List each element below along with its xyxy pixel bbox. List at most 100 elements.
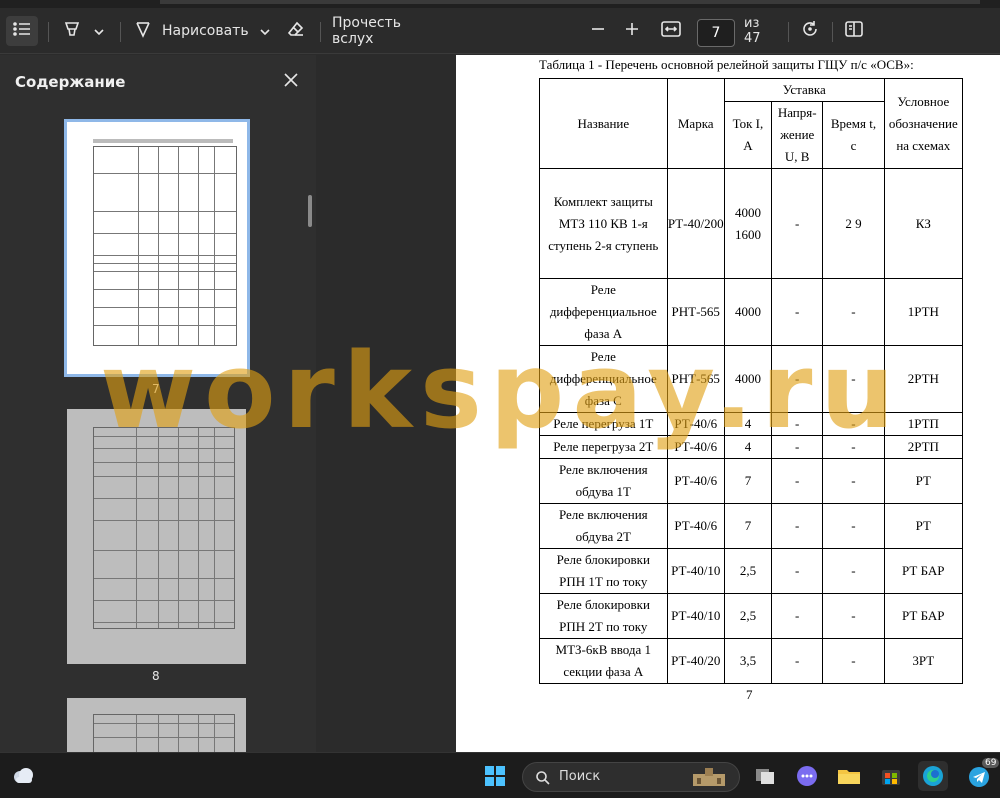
telegram-badge: 69 <box>982 758 1000 768</box>
page-number-input[interactable]: 7 <box>697 19 735 47</box>
table-row: Реле перегруза 2Т РТ-40/6 4- -2РТП <box>539 435 964 459</box>
tab-strip <box>160 0 980 4</box>
cell-time: - <box>822 503 885 549</box>
fit-width-icon <box>661 21 681 41</box>
table-caption: Таблица 1 - Перечень основной релейной з… <box>539 57 914 72</box>
cell-current: 2,5 <box>723 548 773 594</box>
table-row: МТЗ-6кВ ввода 1 секции фаза А РТ-40/20 3,5… <box>539 638 964 684</box>
page-thumbnail[interactable] <box>67 698 246 752</box>
telegram-button[interactable]: 69 <box>964 758 1000 791</box>
cell-mark: РТ-40/10 <box>666 548 725 594</box>
windows-icon <box>480 766 510 795</box>
task-view-button[interactable] <box>750 761 780 791</box>
cell-name: Реле дифференциальное фаза А <box>539 278 668 346</box>
table-row: Реле включения обдува 1Т РТ-40/6 7- - РТ <box>539 458 964 504</box>
thumbnail-caption-line <box>93 139 233 143</box>
eraser-button[interactable] <box>282 16 310 46</box>
edge-icon <box>918 766 948 795</box>
zoom-out-button[interactable] <box>586 16 610 46</box>
search-label: Поиск <box>559 769 601 784</box>
cell-current: 4 <box>723 412 773 436</box>
chat-app-button[interactable] <box>792 761 822 791</box>
highlight-options-button[interactable] <box>90 16 108 46</box>
toolbar-separator <box>48 22 49 42</box>
toolbar-separator <box>788 22 789 42</box>
contents-panel: Содержание 7 8 <box>0 55 316 752</box>
windows-taskbar: Поиск 69 <box>0 752 1000 798</box>
search-highlight-image <box>689 766 729 792</box>
store-button[interactable] <box>876 761 906 791</box>
minus-icon <box>591 22 605 40</box>
thumbnail-page-number: 7 <box>152 382 160 396</box>
cell-mark: РТ-40/20 <box>666 638 725 684</box>
cell-time: - <box>822 638 885 684</box>
file-explorer-button[interactable] <box>834 761 864 791</box>
list-icon <box>13 22 31 40</box>
edge-browser-button[interactable] <box>918 761 948 791</box>
table-row: Реле дифференциальное фаза А РНТ-565 4000-… <box>539 278 964 346</box>
fit-width-button[interactable] <box>656 16 686 46</box>
header-time: Время t, с <box>822 101 885 169</box>
cell-mark: РТ-40/10 <box>666 593 725 639</box>
cell-voltage: - <box>771 412 824 436</box>
draw-button[interactable]: Нарисовать <box>134 16 254 46</box>
weather-widget[interactable] <box>8 761 38 791</box>
read-aloud-button[interactable]: Прочесть вслух <box>332 15 440 47</box>
highlighter-icon <box>63 20 81 42</box>
highlight-button[interactable] <box>58 16 86 46</box>
header-symbol: Условное обозначение на схемах <box>883 78 964 169</box>
cell-voltage: - <box>771 458 824 504</box>
window-top-strip <box>0 0 1000 8</box>
search-icon <box>535 770 551 790</box>
cell-name: Реле блокировки РПН 2Т по току <box>539 593 668 639</box>
cell-current: 4000 <box>723 345 773 413</box>
chat-icon <box>792 766 822 795</box>
total-pages: из 47 <box>744 16 776 46</box>
total-pages-label: из 47 <box>744 16 761 46</box>
cell-time: - <box>822 278 885 346</box>
cell-symbol: 2РТП <box>883 435 964 459</box>
current-page: 7 <box>711 25 721 41</box>
zoom-in-button[interactable] <box>620 16 644 46</box>
cell-time: - <box>822 458 885 504</box>
cell-time: 2 9 <box>822 168 885 279</box>
page-view-button[interactable] <box>840 16 868 46</box>
cell-symbol: 1РТП <box>883 412 964 436</box>
cell-symbol: 1РТН <box>883 278 964 346</box>
chevron-down-icon <box>260 23 270 39</box>
pdf-toolbar: Нарисовать Прочесть вслух 7 из 47 <box>0 8 1000 54</box>
cell-voltage: - <box>771 345 824 413</box>
taskbar-search[interactable]: Поиск <box>522 762 740 792</box>
cloud-icon <box>8 768 38 795</box>
header-voltage: Напря-жение U, В <box>771 101 824 169</box>
cell-voltage: - <box>771 548 824 594</box>
cell-voltage: - <box>771 503 824 549</box>
draw-options-button[interactable] <box>256 16 274 46</box>
cell-time: - <box>822 593 885 639</box>
header-current: Ток I, А <box>723 101 773 169</box>
cell-current: 4000 1600 <box>723 168 773 279</box>
cell-symbol: РТ <box>883 458 964 504</box>
table-row: Реле перегруза 1Т РТ-40/6 4- -1РТП <box>539 412 964 436</box>
cell-time: - <box>822 435 885 459</box>
cell-name: Реле включения обдува 1Т <box>539 458 668 504</box>
cell-current: 7 <box>723 503 773 549</box>
page-footer-number: 7 <box>746 687 753 702</box>
cell-voltage: - <box>771 435 824 459</box>
cell-voltage: - <box>771 278 824 346</box>
cell-current: 2,5 <box>723 593 773 639</box>
plus-icon <box>625 22 639 40</box>
page-thumbnail[interactable] <box>67 409 246 664</box>
pen-icon <box>134 20 152 42</box>
contents-scrollbar[interactable] <box>308 195 312 227</box>
cell-name: Комплект защиты МТЗ 110 КВ 1-я ступень 2… <box>539 168 668 279</box>
cell-symbol: 2РТН <box>883 345 964 413</box>
cell-symbol: РТ <box>883 503 964 549</box>
cell-current: 4 <box>723 435 773 459</box>
contents-toggle-button[interactable] <box>6 16 38 46</box>
rotate-button[interactable] <box>796 16 824 46</box>
page-thumbnail[interactable] <box>64 119 250 377</box>
thumbnail-table <box>93 714 235 752</box>
start-button[interactable] <box>480 761 510 791</box>
close-contents-button[interactable] <box>282 71 300 89</box>
